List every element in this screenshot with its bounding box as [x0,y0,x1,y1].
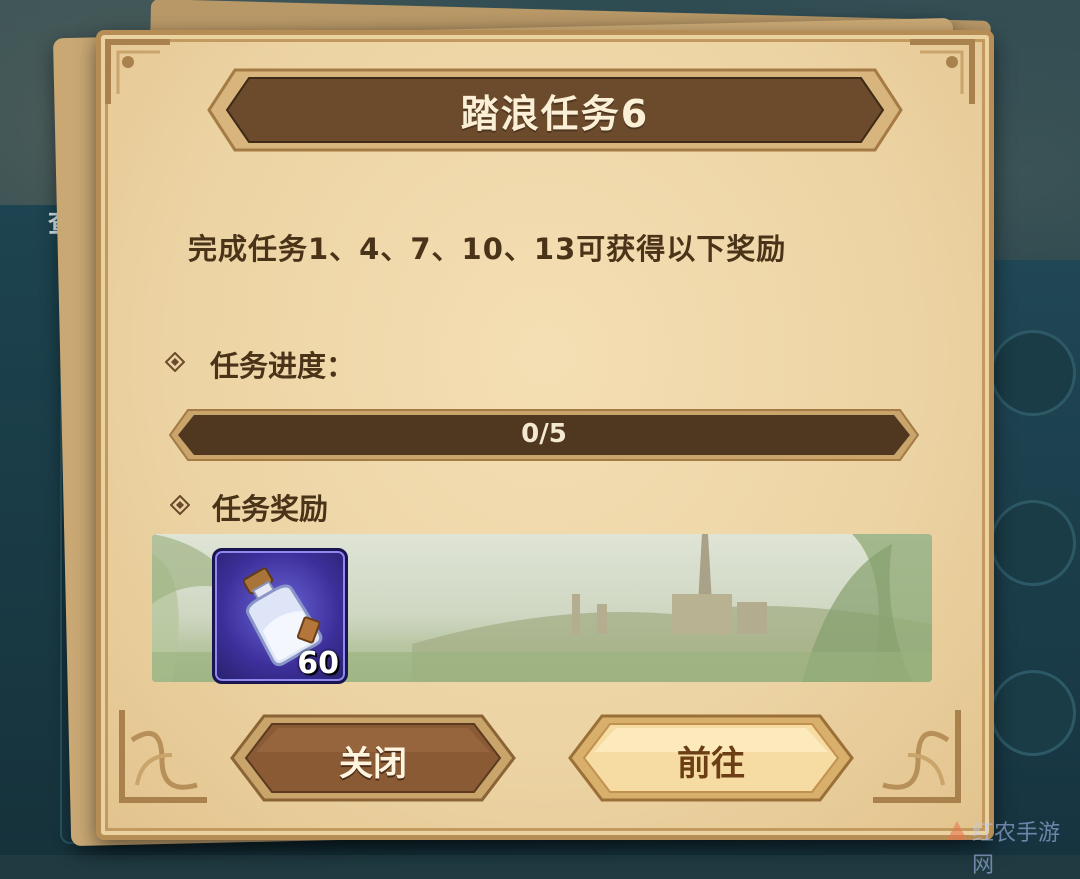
corner-ornament-icon [906,38,976,108]
celtic-knot-ornament-icon [868,700,968,810]
close-button-label: 关闭 [339,744,407,784]
background-task-node [990,500,1076,586]
reward-item-count: 60 [297,646,339,681]
dialog-title: 踏浪任务6 [460,92,650,136]
reward-label: 任务奖励 [212,492,329,526]
background-task-node [990,670,1076,756]
diamond-bullet-icon [165,352,185,372]
background-task-node [990,330,1076,416]
title-plaque: 踏浪任务6 [205,66,905,154]
reward-item-slot[interactable]: 60 [212,548,348,684]
progress-value: 0/5 [521,419,567,449]
watermark-text: 红农手游网 [972,821,1061,878]
celtic-knot-ornament-icon [112,700,212,810]
corner-ornament-icon [104,38,174,108]
task-progress-bar: 0/5 [168,408,920,462]
progress-label: 任务进度： [210,349,356,383]
close-button[interactable]: 关闭 [228,712,518,804]
diamond-bullet-icon [170,495,190,515]
watermark-logo-icon [947,821,967,840]
go-button[interactable]: 前往 [566,712,856,804]
task-description: 完成任务1、4、7、10、13可获得以下奖励 [188,232,787,266]
go-button-label: 前往 [677,744,745,784]
